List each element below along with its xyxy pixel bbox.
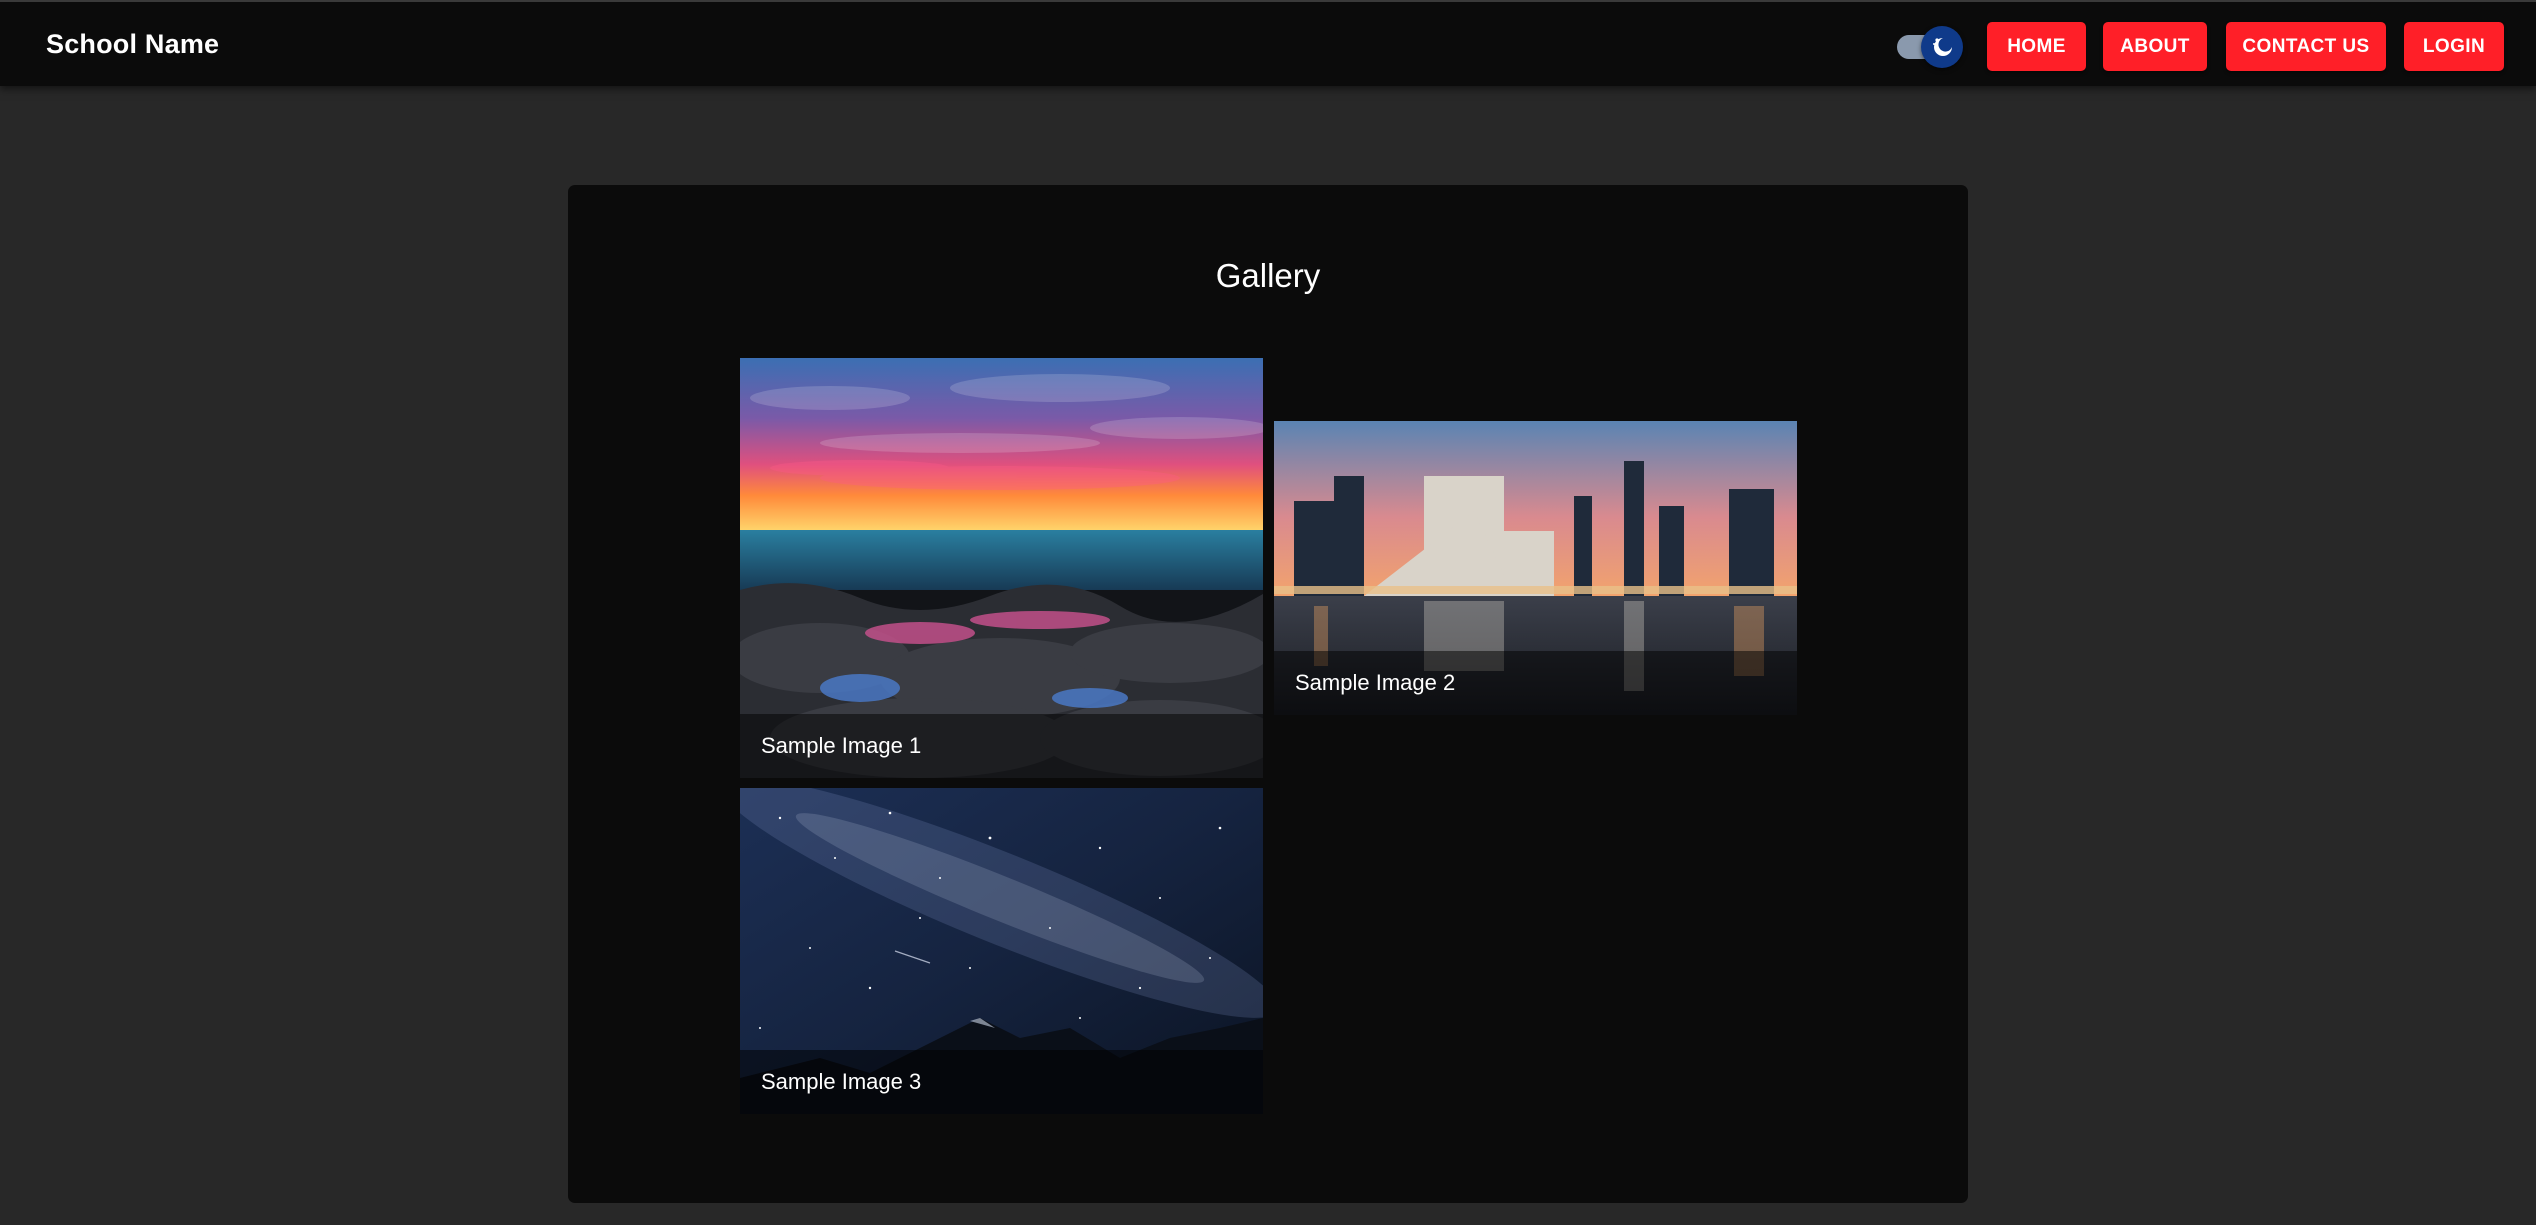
nav-about-button[interactable]: ABOUT <box>2103 22 2207 71</box>
nav-contact-us-button[interactable]: CONTACT US <box>2226 22 2386 71</box>
app-bar: School Name HOME ABOUT CONTACT US LOGIN <box>0 0 2536 86</box>
image-2-caption-bar: Sample Image 2 <box>1274 651 1797 715</box>
brand-title[interactable]: School Name <box>46 29 219 60</box>
nav-login-button[interactable]: LOGIN <box>2404 22 2504 71</box>
gallery-image-2[interactable]: Sample Image 2 <box>1274 421 1797 715</box>
gallery-image-1[interactable]: Sample Image 1 <box>740 358 1263 778</box>
gallery-card: Gallery Sample Image 1 Sample Image 2 Sa… <box>568 185 1968 1203</box>
moon-icon <box>1933 38 1952 56</box>
gallery-title: Gallery <box>1215 257 1321 294</box>
theme-toggle[interactable] <box>1895 25 1963 68</box>
image-1-caption-bar: Sample Image 1 <box>740 714 1263 778</box>
nav-home-button[interactable]: HOME <box>1987 22 2086 71</box>
theme-toggle-thumb[interactable] <box>1921 26 1963 68</box>
image-3-caption: Sample Image 3 <box>761 1069 922 1094</box>
gallery-image-3[interactable]: Sample Image 3 <box>740 788 1263 1114</box>
image-3-caption-bar: Sample Image 3 <box>740 1050 1263 1114</box>
image-2-caption: Sample Image 2 <box>1295 670 1456 695</box>
image-1-caption: Sample Image 1 <box>761 733 922 758</box>
